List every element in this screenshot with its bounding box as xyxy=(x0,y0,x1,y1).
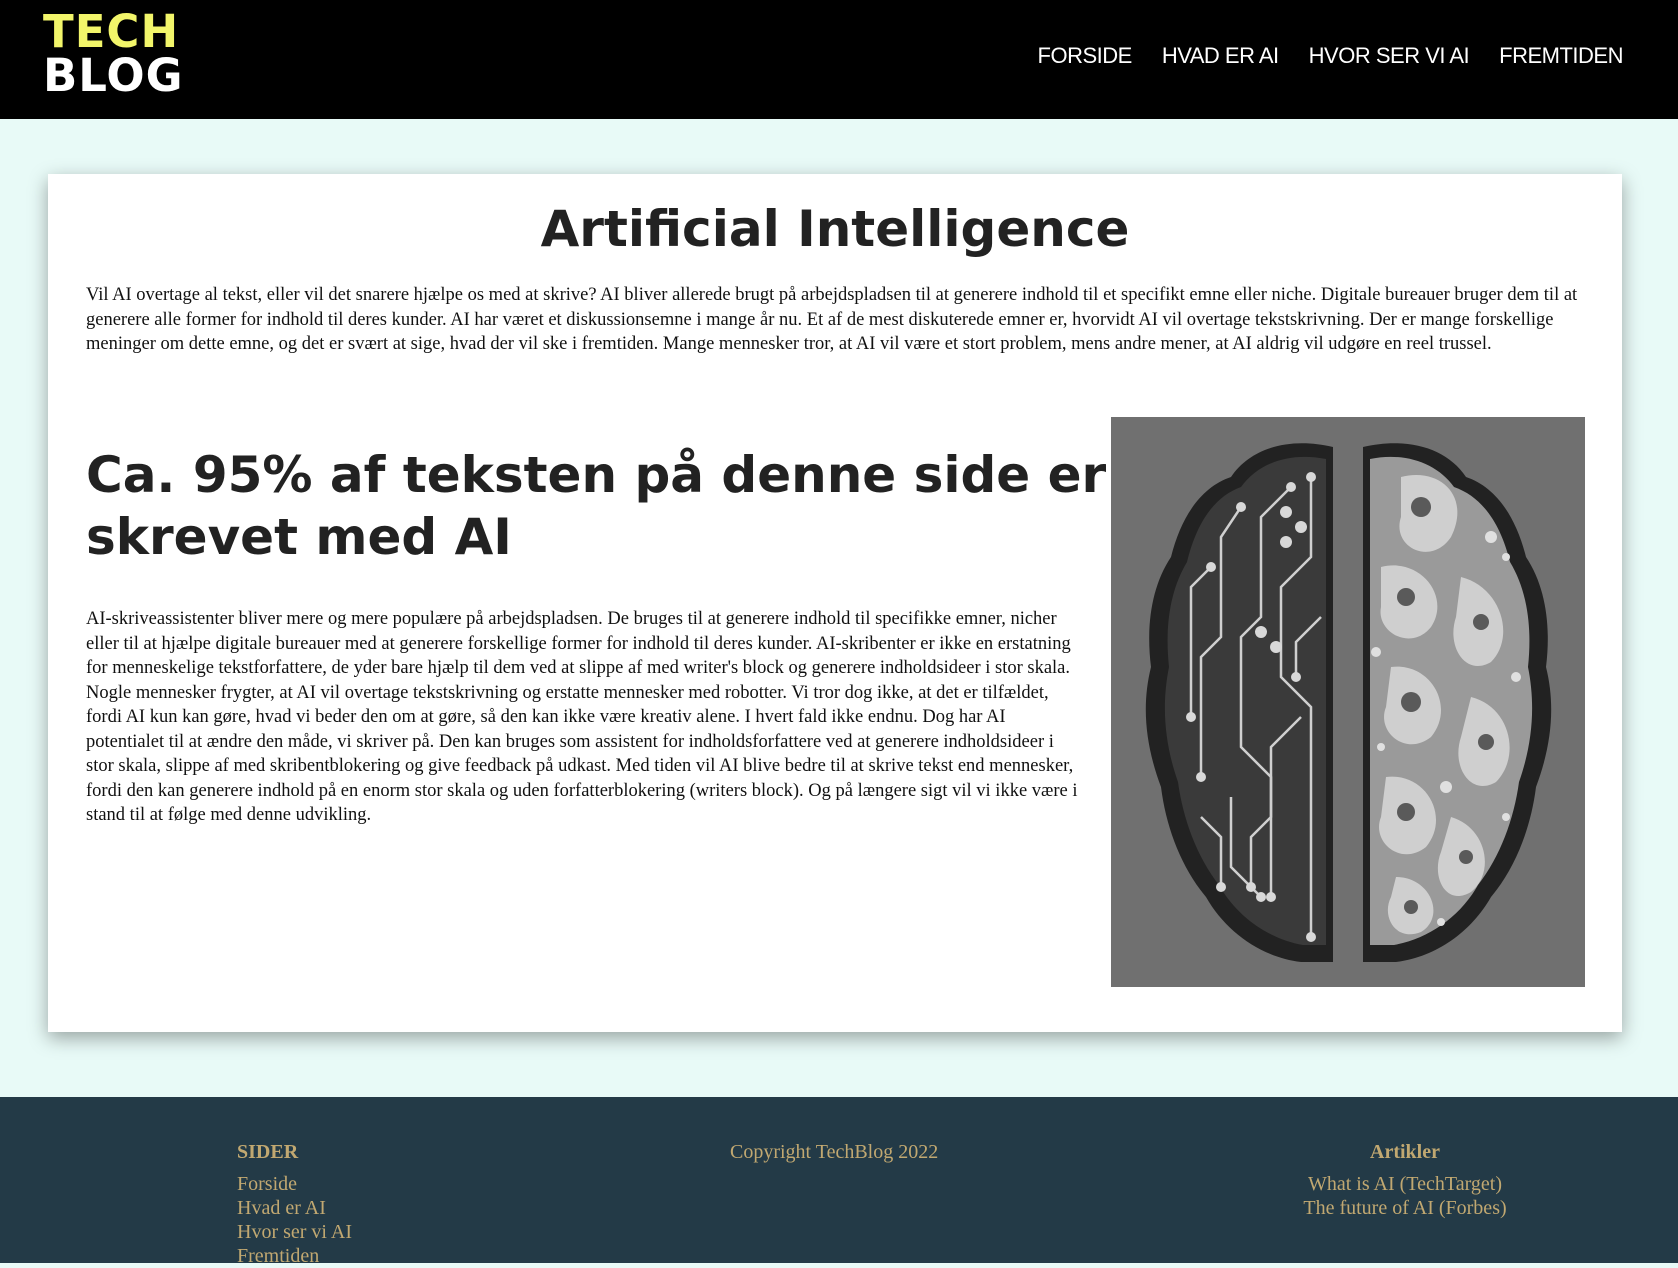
body-paragraph: AI-skriveassistenter bliver mere og mere… xyxy=(86,609,1078,825)
site-footer: SIDER Forside Hvad er AI Hvor ser vi AI … xyxy=(0,1097,1678,1267)
section-heading: Ca. 95% af teksten på denne side er skre… xyxy=(86,446,1107,566)
footer-link-forside[interactable]: Forside xyxy=(237,1172,352,1196)
nav-item-fremtiden[interactable]: FREMTIDEN xyxy=(1499,43,1623,69)
footer-pages-column: SIDER Forside Hvad er AI Hvor ser vi AI … xyxy=(237,1141,352,1268)
site-logo[interactable]: TECH BLOG xyxy=(43,5,184,102)
content-card: Artificial Intelligence Vil AI overtage … xyxy=(48,174,1622,1032)
footer-pages-heading: SIDER xyxy=(237,1141,299,1163)
intro-paragraph: Vil AI overtage al tekst, eller vil det … xyxy=(86,285,1578,354)
nav-item-hvor-ser-vi-ai[interactable]: HVOR SER VI AI xyxy=(1309,43,1470,69)
brain-image xyxy=(1145,443,1552,962)
footer-link-hvor-ser-vi-ai[interactable]: Hvor ser vi AI xyxy=(237,1220,352,1244)
brain-illustration xyxy=(1111,417,1585,987)
footer-link-hvad-er-ai[interactable]: Hvad er AI xyxy=(237,1196,352,1220)
page-title: Artificial Intelligence xyxy=(540,200,1130,258)
nav-item-hvad-er-ai[interactable]: HVAD ER AI xyxy=(1162,43,1279,69)
footer-articles-heading: Artikler xyxy=(1370,1141,1440,1163)
footer-articles-column: Artikler What is AI (TechTarget) The fut… xyxy=(1300,1141,1510,1220)
nav-item-forside[interactable]: FORSIDE xyxy=(1038,43,1133,69)
footer-link-techtarget[interactable]: What is AI (TechTarget) xyxy=(1300,1172,1510,1196)
main-nav: FORSIDE HVAD ER AI HVOR SER VI AI FREMTI… xyxy=(1038,0,1678,111)
footer-copyright: Copyright TechBlog 2022 xyxy=(730,1141,939,1163)
logo-line-1: TECH xyxy=(43,5,180,58)
footer-link-forbes[interactable]: The future of AI (Forbes) xyxy=(1300,1196,1510,1220)
logo-line-2: BLOG xyxy=(43,49,184,102)
footer-link-fremtiden[interactable]: Fremtiden xyxy=(237,1244,352,1268)
site-header: TECH BLOG FORSIDE HVAD ER AI HVOR SER VI… xyxy=(0,0,1678,119)
